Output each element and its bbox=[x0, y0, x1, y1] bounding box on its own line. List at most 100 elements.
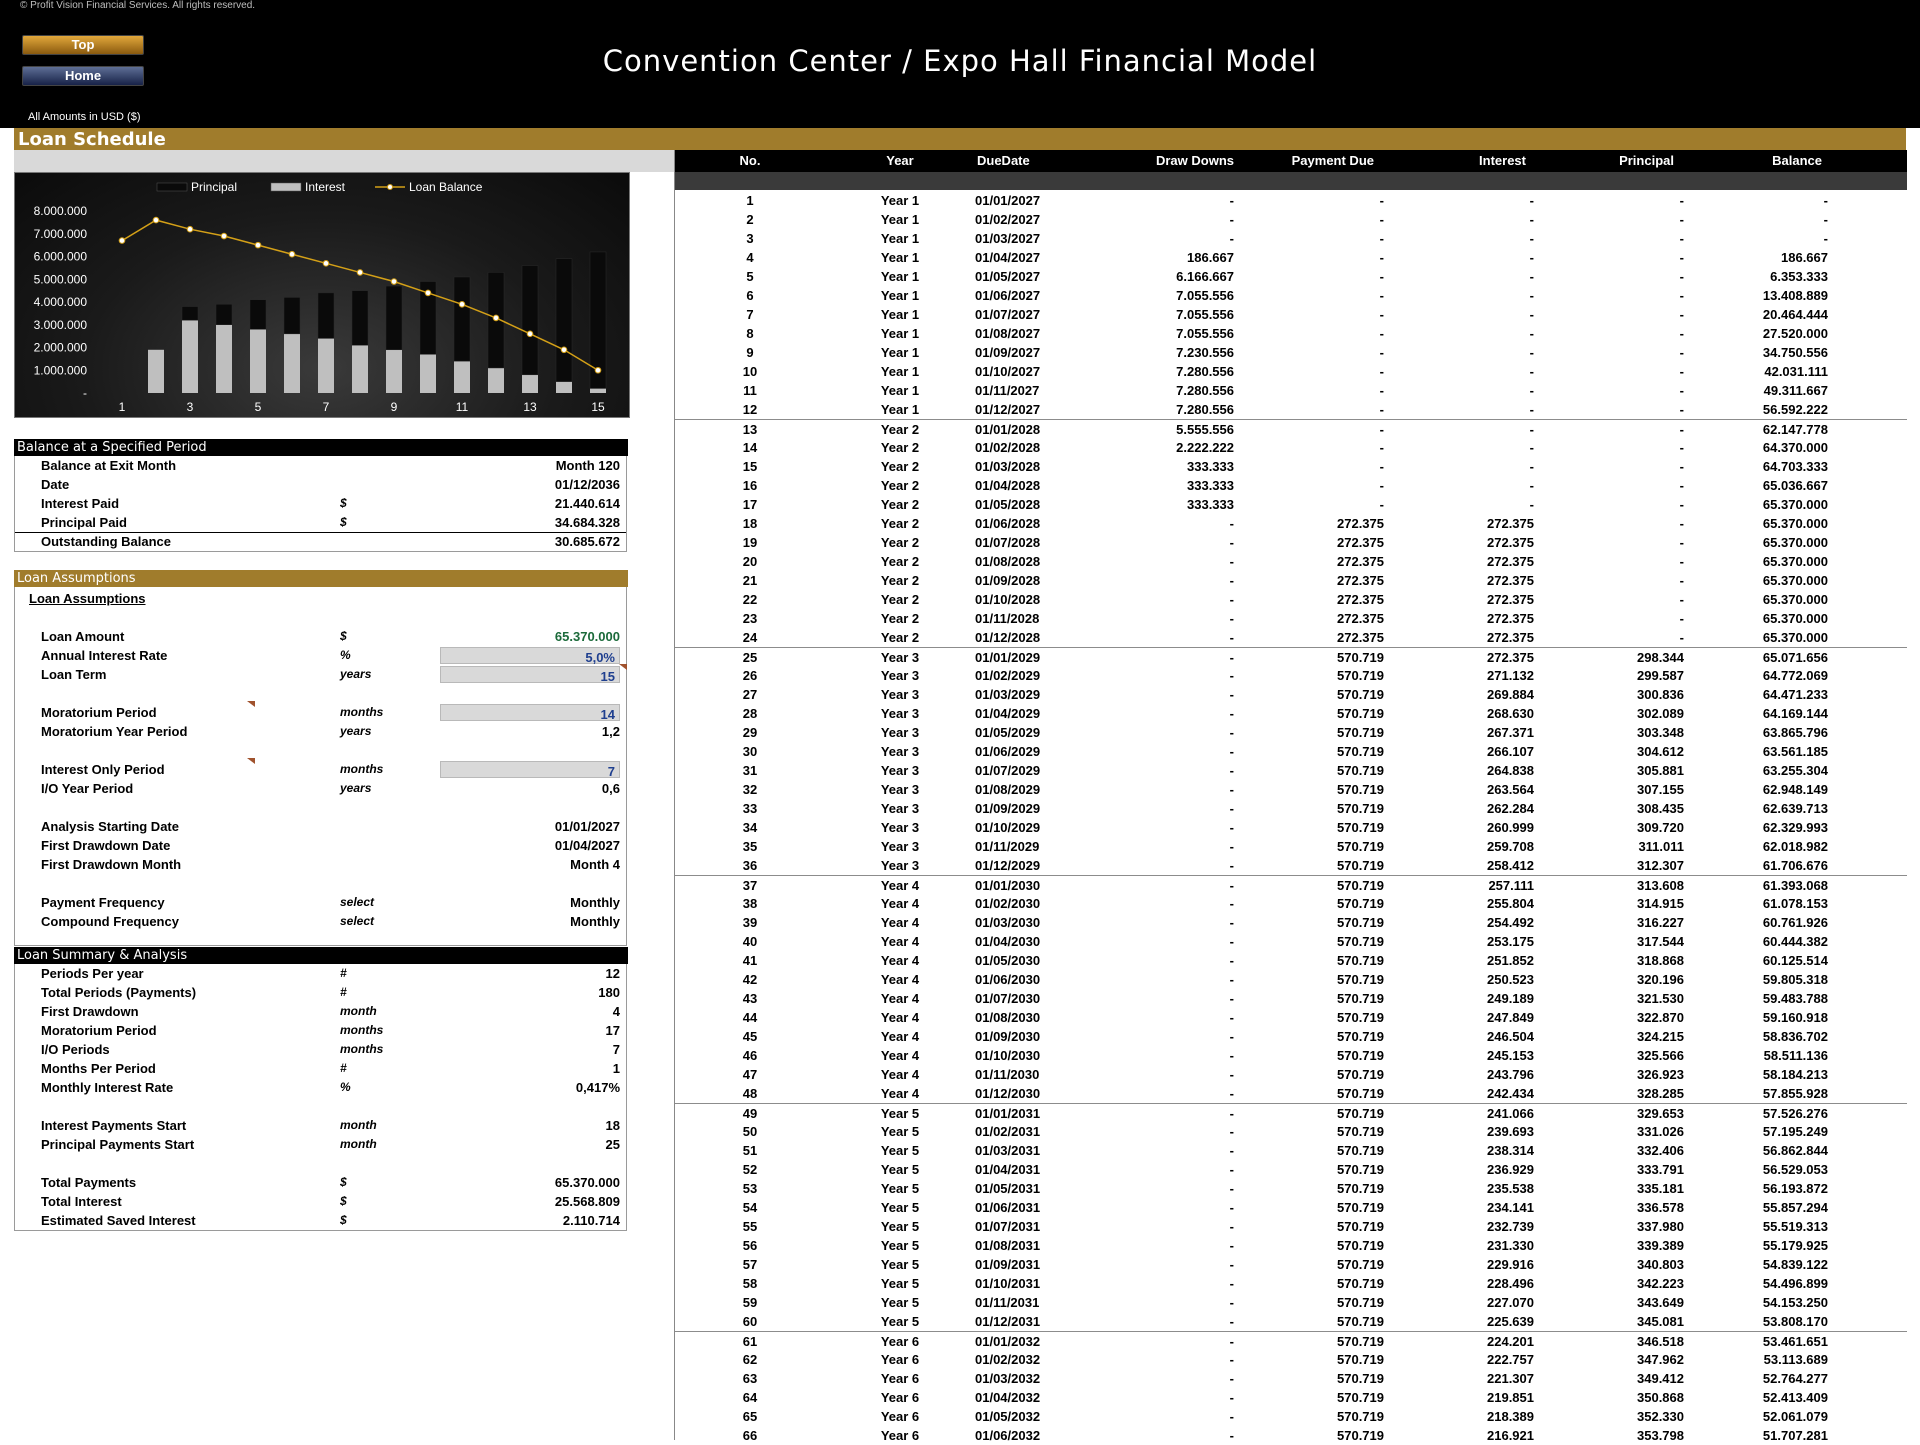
table-cell: 570.719 bbox=[1337, 1162, 1384, 1177]
table-row: 21 Year 2 01/09/2028 - 272.375 272.375 - 65.370… bbox=[675, 571, 1907, 590]
table-cell: - bbox=[1229, 687, 1234, 702]
table-cell: 60.444.382 bbox=[1762, 934, 1828, 949]
table-row: 38 Year 4 01/02/2030 - 570.719 255.804 314.915… bbox=[675, 894, 1907, 913]
io-year-row: I/O Year Period years 0,6 bbox=[15, 779, 626, 798]
table-cell: 62.329.993 bbox=[1762, 820, 1828, 835]
table-cell: 62.147.778 bbox=[1762, 422, 1828, 437]
table-row: 51 Year 5 01/03/2031 - 570.719 238.314 332.406… bbox=[675, 1141, 1907, 1160]
table-row: 46 Year 4 01/10/2030 - 570.719 245.153 325.566… bbox=[675, 1046, 1907, 1065]
summary-row: Total Payments $65.370.000 bbox=[15, 1173, 626, 1192]
table-cell: - bbox=[1229, 193, 1234, 208]
interest-rate-input[interactable]: 5,0% bbox=[440, 647, 620, 665]
moratorium-period-row: Moratorium Period months 14 bbox=[15, 703, 626, 722]
table-cell: 64.772.069 bbox=[1762, 668, 1828, 683]
table-cell: Year 5 bbox=[880, 1238, 920, 1253]
table-cell: 01/03/2032 bbox=[975, 1371, 1041, 1386]
table-cell: - bbox=[1229, 839, 1234, 854]
table-cell: - bbox=[1529, 345, 1534, 360]
table-cell: - bbox=[1229, 706, 1234, 721]
table-cell: Year 1 bbox=[880, 269, 920, 284]
table-cell: 49.311.667 bbox=[1763, 383, 1828, 398]
table-cell: 272.375 bbox=[1337, 611, 1384, 626]
table-cell: - bbox=[1229, 915, 1234, 930]
io-period-unit: months bbox=[340, 762, 384, 776]
column-header: Payment Due bbox=[1291, 153, 1374, 168]
loan-schedule-table: No. Year DueDate Draw Downs Payment Due Inter… bbox=[674, 150, 1907, 1443]
compound-frequency-select[interactable]: Monthly bbox=[570, 912, 620, 931]
interest-bar bbox=[318, 338, 334, 393]
principal-bar bbox=[181, 306, 199, 321]
table-cell: 01/06/2029 bbox=[975, 744, 1041, 759]
row-unit: month bbox=[340, 1137, 377, 1151]
table-cell: - bbox=[1679, 307, 1684, 322]
table-cell: - bbox=[1229, 744, 1234, 759]
table-cell: 01/06/2030 bbox=[975, 972, 1041, 987]
table-row: 5 Year 1 01/05/2027 6.166.667 - - - 6.353.333 bbox=[675, 267, 1907, 286]
table-cell: 13.408.889 bbox=[1762, 288, 1828, 303]
y-tick-label: 3.000.000 bbox=[34, 318, 88, 332]
table-cell: - bbox=[1529, 269, 1534, 284]
compound-frequency-unit: select bbox=[340, 914, 375, 928]
moratorium-period-label: Moratorium Period bbox=[41, 705, 157, 720]
interest-bar bbox=[522, 374, 538, 393]
table-cell: 266.107 bbox=[1487, 744, 1534, 759]
moratorium-period-input[interactable]: 14 bbox=[440, 704, 620, 722]
io-period-input[interactable]: 7 bbox=[440, 761, 620, 779]
table-cell: Year 3 bbox=[880, 668, 920, 683]
table-cell: 57 bbox=[742, 1257, 758, 1272]
table-row: 49 Year 5 01/01/2031 - 570.719 241.066 329.653… bbox=[675, 1103, 1907, 1123]
table-cell: 52.061.079 bbox=[1762, 1409, 1828, 1424]
table-cell: 34 bbox=[742, 820, 758, 835]
table-cell: 01/09/2031 bbox=[975, 1257, 1041, 1272]
table-cell: 342.223 bbox=[1637, 1276, 1684, 1291]
table-cell: - bbox=[1229, 231, 1234, 246]
copyright-text: © Profit Vision Financial Services. All … bbox=[20, 0, 256, 11]
io-year-value: 0,6 bbox=[601, 781, 620, 796]
table-cell: 27.520.000 bbox=[1762, 326, 1828, 341]
row-value: 34.684.328 bbox=[554, 515, 620, 530]
table-row: 30 Year 3 01/06/2029 - 570.719 266.107 304.612… bbox=[675, 742, 1907, 761]
table-cell: 29 bbox=[742, 725, 758, 740]
table-cell: 245.153 bbox=[1487, 1048, 1534, 1063]
table-cell: Year 2 bbox=[880, 611, 920, 626]
table-cell: 01/07/2027 bbox=[975, 307, 1041, 322]
table-row: 29 Year 3 01/05/2029 - 570.719 267.371 303.348… bbox=[675, 723, 1907, 742]
row-value: 21.440.614 bbox=[554, 496, 620, 511]
row-unit: months bbox=[340, 1042, 384, 1056]
table-cell: 27 bbox=[742, 687, 758, 702]
loan-term-input[interactable]: 15 bbox=[440, 666, 620, 684]
row-label: Principal Payments Start bbox=[41, 1137, 195, 1152]
loan-balance-point bbox=[356, 269, 364, 276]
table-cell: 63.865.796 bbox=[1762, 725, 1828, 740]
column-header: Interest bbox=[1479, 153, 1526, 168]
table-row: 4 Year 1 01/04/2027 186.667 - - - 186.667 bbox=[675, 248, 1907, 267]
table-cell: 40 bbox=[742, 934, 758, 949]
table-cell: - bbox=[1229, 1010, 1234, 1025]
interest-rate-unit: % bbox=[340, 648, 351, 662]
column-header: Year bbox=[886, 153, 914, 168]
principal-bar bbox=[249, 299, 267, 330]
table-cell: - bbox=[1379, 422, 1384, 437]
table-cell: - bbox=[1823, 193, 1828, 208]
summary-row: Months Per Period #1 bbox=[15, 1059, 626, 1078]
table-cell: 6.353.333 bbox=[1770, 269, 1828, 284]
loan-balance-point bbox=[186, 225, 194, 233]
table-cell: Year 5 bbox=[880, 1143, 920, 1158]
table-cell: Year 4 bbox=[880, 1029, 920, 1044]
table-cell: 24 bbox=[742, 630, 758, 645]
row-unit: # bbox=[340, 1061, 347, 1075]
table-cell: 62.948.149 bbox=[1762, 782, 1828, 797]
table-cell: 62 bbox=[742, 1352, 758, 1367]
table-cell: 63 bbox=[742, 1371, 758, 1386]
interest-bar bbox=[284, 333, 300, 393]
loan-term-label: Loan Term bbox=[41, 667, 107, 682]
table-cell: 28 bbox=[742, 706, 758, 721]
table-cell: 7 bbox=[746, 307, 754, 322]
table-cell: 570.719 bbox=[1337, 1048, 1384, 1063]
table-cell: 42.031.111 bbox=[1764, 364, 1828, 379]
table-cell: 01/01/2028 bbox=[975, 422, 1041, 437]
payment-frequency-select[interactable]: Monthly bbox=[570, 893, 620, 912]
table-cell: - bbox=[1529, 383, 1534, 398]
y-tick-label: 1.000.000 bbox=[34, 363, 88, 377]
table-cell: Year 6 bbox=[880, 1352, 920, 1367]
